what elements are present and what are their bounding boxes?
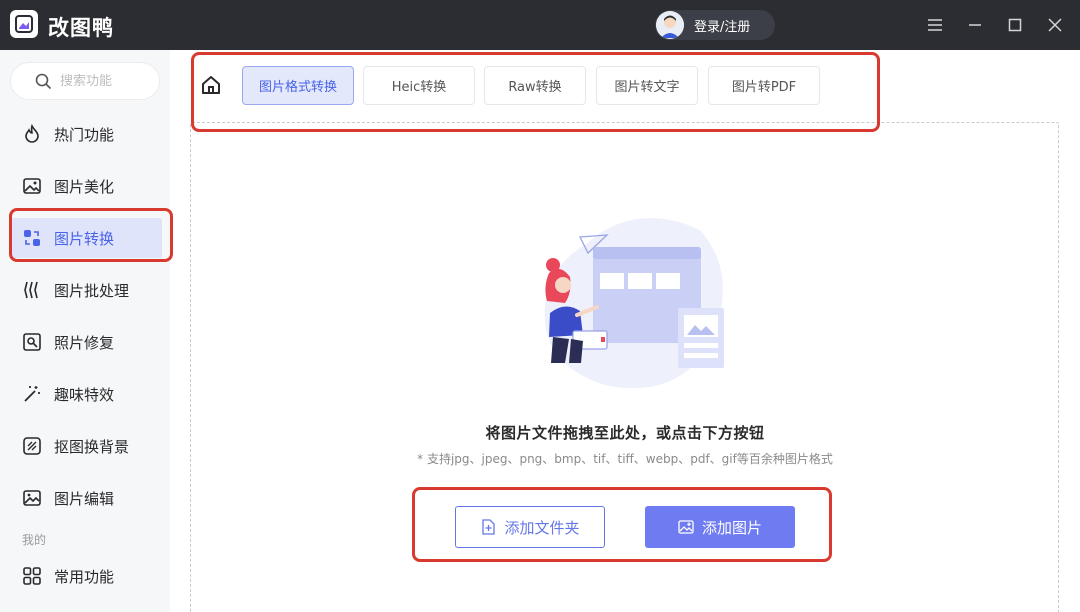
- sidebar-item-hot[interactable]: 热门功能: [12, 114, 162, 154]
- sidebar-item-effects[interactable]: 趣味特效: [12, 374, 162, 414]
- sidebar-item-label: 抠图换背景: [54, 437, 130, 456]
- sidebar-item-label: 热门功能: [54, 125, 115, 144]
- avatar: [656, 11, 684, 39]
- sidebar-item-batch[interactable]: 图片批处理: [12, 270, 162, 310]
- photo-repair-icon: [21, 331, 43, 353]
- tab-image-to-text[interactable]: 图片转文字: [596, 66, 698, 105]
- search-box[interactable]: [10, 62, 160, 100]
- sidebar-item-edit[interactable]: 图片编辑: [12, 478, 162, 518]
- tab-raw[interactable]: Raw转换: [484, 66, 586, 105]
- add-image-button[interactable]: 添加图片: [645, 506, 795, 548]
- section-label-mine: 我的: [22, 533, 47, 547]
- add-image-icon: [678, 519, 694, 535]
- login-button[interactable]: 登录/注册: [655, 10, 775, 40]
- sidebar-item-label: 图片转换: [54, 229, 115, 248]
- sidebar-item-label: 图片编辑: [54, 489, 115, 508]
- fire-icon: [21, 123, 43, 145]
- maximize-icon[interactable]: [1004, 14, 1026, 36]
- app-logo: [10, 10, 38, 38]
- minimize-icon[interactable]: [964, 14, 986, 36]
- sidebar: 热门功能 图片美化 图片转换 图片批处理 照片修复 趣味特效 抠: [0, 50, 170, 612]
- sidebar-item-beautify[interactable]: 图片美化: [12, 166, 162, 206]
- title-bar: 改图鸭 登录/注册: [0, 0, 1080, 50]
- drop-zone-subtitle: * 支持jpg、jpeg、png、bmp、tif、tiff、webp、pdf、g…: [417, 452, 833, 466]
- sidebar-item-label: 趣味特效: [54, 385, 115, 404]
- sidebar-item-label: 图片美化: [54, 177, 115, 196]
- sidebar-item-cutout[interactable]: 抠图换背景: [12, 426, 162, 466]
- home-icon: [202, 76, 220, 94]
- sidebar-item-repair[interactable]: 照片修复: [12, 322, 162, 362]
- drop-zone-title: 将图片文件拖拽至此处，或点击下方按钮: [485, 424, 765, 442]
- search-icon: [35, 73, 52, 90]
- sidebar-item-favorites[interactable]: 常用功能: [12, 556, 162, 596]
- tab-format-convert[interactable]: 图片格式转换: [242, 66, 354, 105]
- image-edit-icon: [21, 487, 43, 509]
- close-icon[interactable]: [1044, 14, 1066, 36]
- convert-icon: [21, 227, 43, 249]
- tab-image-to-pdf[interactable]: 图片转PDF: [708, 66, 820, 105]
- search-input[interactable]: [60, 73, 160, 89]
- sidebar-item-label: 图片批处理: [54, 281, 130, 300]
- grid-icon: [21, 565, 43, 587]
- add-image-label: 添加图片: [701, 518, 762, 537]
- cutout-icon: [21, 435, 43, 457]
- add-folder-label: 添加文件夹: [504, 518, 580, 537]
- image-beautify-icon: [21, 175, 43, 197]
- tab-heic[interactable]: Heic转换: [363, 66, 475, 105]
- app-title: 改图鸭: [48, 16, 114, 40]
- upload-illustration: [544, 218, 724, 389]
- batch-icon: [21, 279, 43, 301]
- home-button[interactable]: [198, 72, 224, 98]
- sidebar-item-label: 常用功能: [54, 567, 115, 586]
- sidebar-item-convert[interactable]: 图片转换: [12, 218, 162, 258]
- main-content: 图片格式转换 Heic转换 Raw转换 图片转文字 图片转PDF 将图片文件拖拽…: [170, 50, 1080, 612]
- magic-wand-icon: [21, 383, 43, 405]
- add-folder-icon: [480, 519, 496, 535]
- sidebar-item-label: 照片修复: [54, 333, 115, 352]
- add-folder-button[interactable]: 添加文件夹: [455, 506, 605, 548]
- menu-icon[interactable]: [924, 14, 946, 36]
- login-label: 登录/注册: [694, 19, 751, 35]
